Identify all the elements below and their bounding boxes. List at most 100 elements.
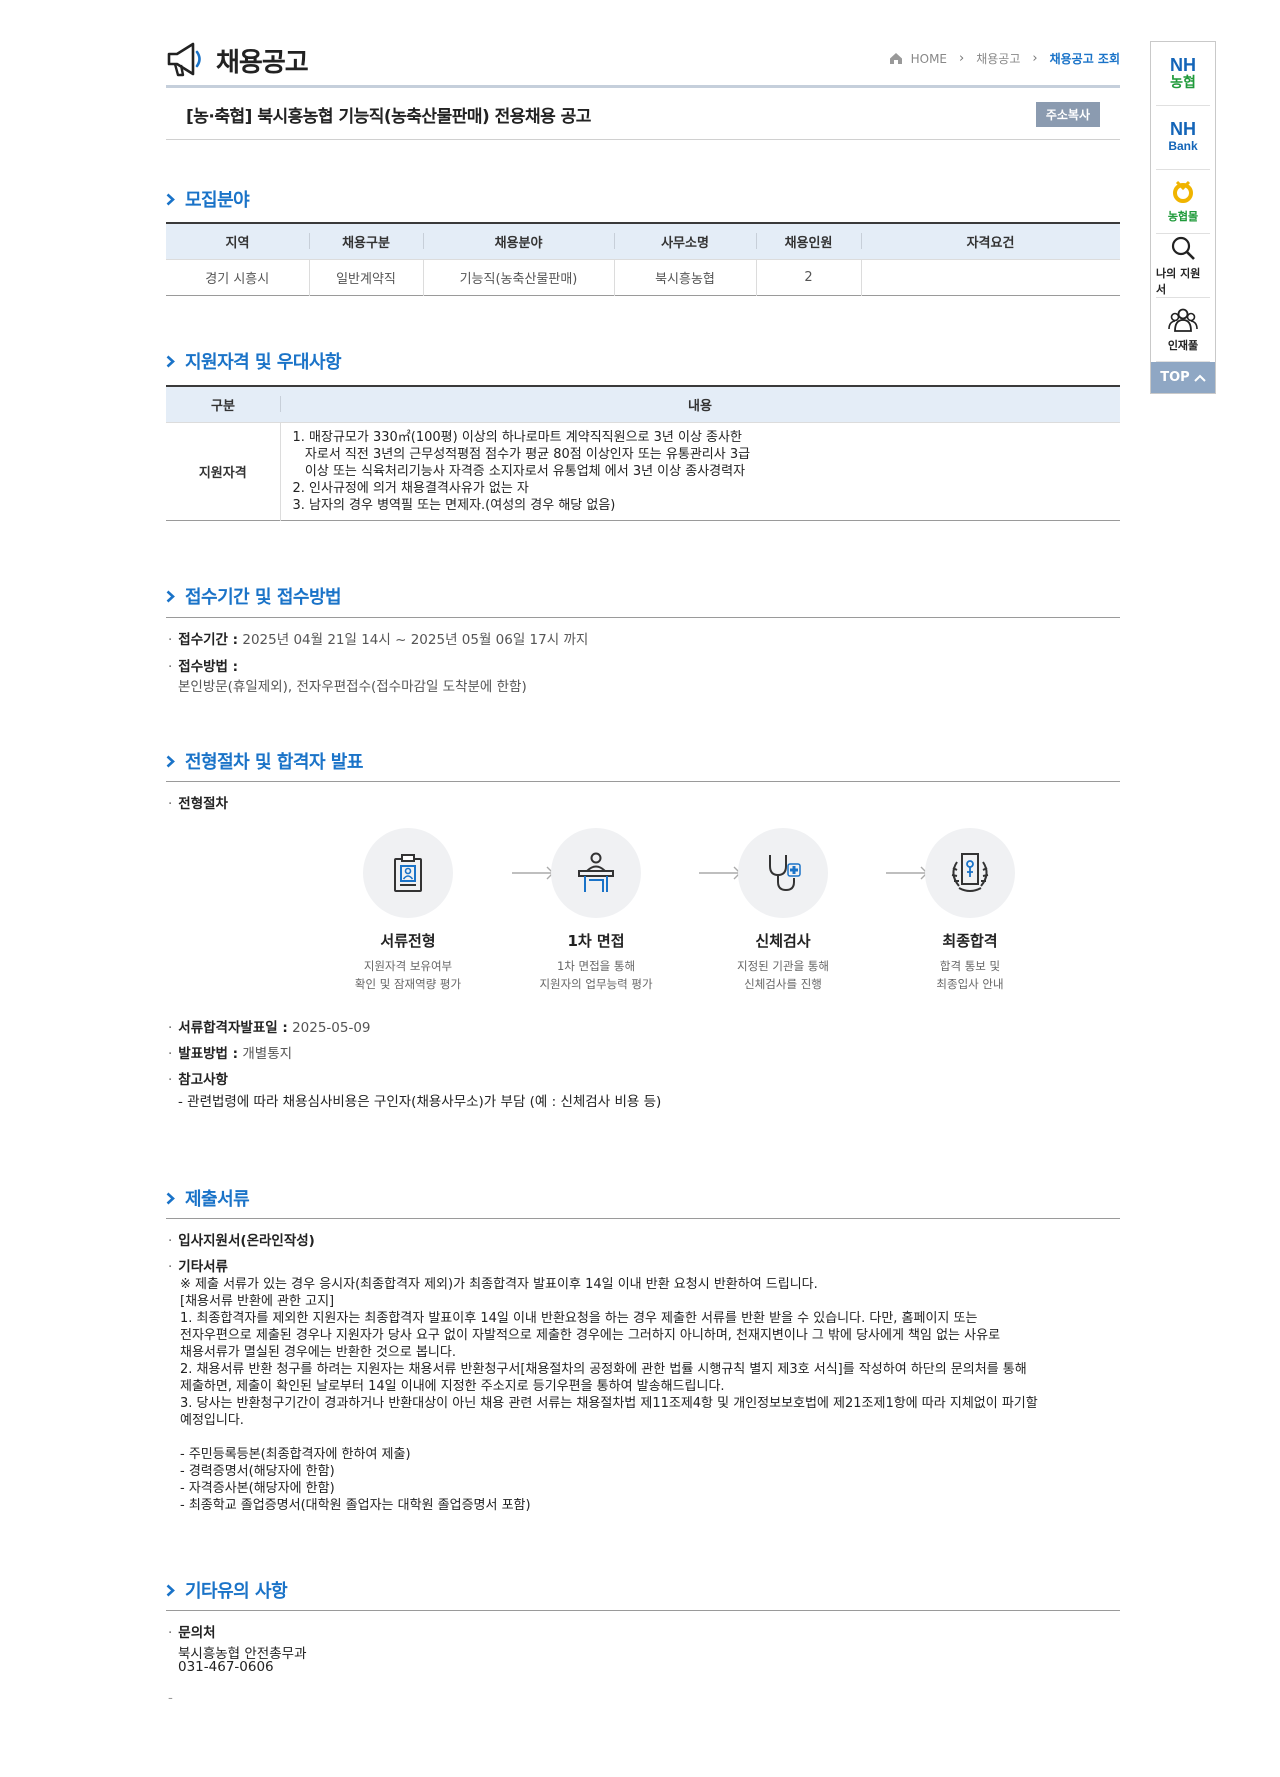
breadcrumb-recruit[interactable]: 채용공고 [976, 50, 1020, 67]
nhmall-logo-icon [1173, 180, 1193, 203]
table-row: 지원자격 1. 매장규모가 330㎡(100평) 이상의 하나로마트 계약직직원… [166, 421, 1120, 520]
qualification-line: 1. 매장규모가 330㎡(100평) 이상의 하나로마트 계약직직원으로 3년… [292, 429, 742, 445]
table-row: 경기 시흥시 일반계약직 기능직(농축산물판매) 북시흥농협 2 [166, 258, 1120, 295]
notes-label: · 참고사항 [168, 1072, 228, 1088]
step-desc: 지원자격 보유여부 확인 및 잠재역량 평가 [354, 959, 462, 991]
people-icon [1168, 308, 1198, 332]
step-final-pass: 최종합격 합격 통보 및 최종입사 안내 [885, 828, 1055, 993]
period-value: 2025년 04월 21일 14시 ~ 2025년 05월 06일 17시 까지 [242, 632, 589, 648]
col-region: 지역 [166, 222, 309, 259]
megaphone-icon [167, 42, 201, 77]
col-requirements: 자격요건 [861, 222, 1120, 259]
process-label: · 전형절차 [168, 796, 228, 812]
step-name: 1차 면접 [567, 932, 625, 950]
qualification-content: 1. 매장규모가 330㎡(100평) 이상의 하나로마트 계약직직원으로 3년… [279, 421, 1120, 520]
step-desc: 지정된 기관을 통해 신체검사를 진행 [737, 959, 829, 991]
contact-label: · 문의처 [168, 1625, 216, 1641]
cell-type: 일반계약직 [308, 258, 423, 295]
announce-date: · 서류합격자발표일 : 2025-05-09 [168, 1020, 371, 1036]
chevron-right-icon [166, 755, 175, 767]
chevron-right-icon: › [959, 51, 965, 66]
chevron-right-icon [166, 1584, 175, 1596]
stethoscope-icon [738, 828, 828, 918]
chevron-right-icon [166, 355, 175, 367]
col-office: 사무소명 [614, 222, 756, 259]
breadcrumb-home[interactable]: HOME [911, 52, 947, 66]
breadcrumb: HOME › 채용공고 › 채용공고 조회 [889, 50, 1120, 67]
documents-body: ※ 제출 서류가 있는 경우 응시자(최종합격자 제외)가 최종합격자 발표이후… [180, 1277, 1038, 1513]
search-icon [1171, 236, 1195, 260]
nh-nonghyup-logo: NH 농협 [1170, 54, 1196, 90]
contact-phone: 031-467-0606 [178, 1659, 274, 1675]
documents-item-application: · 입사지원서(온라인작성) [168, 1233, 315, 1249]
table-header-row: 지역 채용구분 채용분야 사무소명 채용인원 자격요건 [166, 222, 1120, 259]
page-title: 채용공고 [216, 48, 309, 78]
talent-pool-link[interactable]: 인재풀 [1156, 298, 1210, 362]
post-title: [농·축협] 북시흥농협 기능직(농축산물판매) 전용채용 공고 [186, 107, 591, 127]
nh-nonghyup-link[interactable]: NH 농협 [1156, 42, 1210, 106]
col-category: 구분 [166, 385, 280, 422]
chevron-right-icon [166, 590, 175, 602]
interview-icon [551, 828, 641, 918]
copy-url-button[interactable]: 주소복사 [1035, 102, 1100, 127]
step-interview: 1차 면접 1차 면접을 통해 지원자의 업무능력 평가 [511, 828, 681, 993]
laurel-certificate-icon [925, 828, 1015, 918]
home-icon [889, 53, 902, 64]
qualification-label: 지원자격 [166, 421, 280, 520]
chevron-right-icon [166, 193, 175, 205]
step-name: 최종합격 [942, 932, 998, 950]
qualification-line: 자로서 직전 3년의 근무성적평점 점수가 평균 80점 이상인자 또는 유통관… [292, 446, 751, 462]
col-type: 채용구분 [309, 222, 423, 259]
step-document-screening: 서류전형 지원자격 보유여부 확인 및 잠재역량 평가 [323, 828, 493, 993]
notes-value: - 관련법령에 따라 채용심사비용은 구인자(채용사무소)가 부담 (예 : 신… [178, 1094, 662, 1110]
method-label: 접수방법 : [178, 659, 239, 675]
divider [166, 781, 1120, 782]
cell-office: 북시흥농협 [613, 258, 756, 295]
chevron-right-icon: › [1032, 51, 1038, 66]
qualification-line: 이상 또는 식육처리기능사 자격증 소지자로서 유통업체 에서 3년 이상 종사… [292, 463, 746, 479]
step-medical-exam: 신체검사 지정된 기관을 통해 신체검사를 진행 [698, 828, 868, 993]
cell-field: 기능직(농축산물판매) [422, 258, 614, 295]
cell-headcount: 2 [755, 258, 861, 295]
section-title-qualification: 지원자격 및 우대사항 [166, 348, 342, 374]
scroll-top-button[interactable]: TOP [1151, 362, 1215, 393]
announce-method: · 발표방법 : 개별통지 [168, 1046, 293, 1062]
quick-menu: NH 농협 NH Bank 농협몰 나의 지원서 인재풀 TOP [1150, 41, 1216, 394]
post-title-bar: [농·축협] 북시흥농협 기능직(농축산물판매) 전용채용 공고 주소복사 [166, 88, 1120, 140]
document-icon [363, 828, 453, 918]
selection-steps: 서류전형 지원자격 보유여부 확인 및 잠재역량 평가 1차 면접 1차 면접을… [323, 828, 1015, 991]
table-header-row: 구분 내용 [166, 385, 1120, 422]
qualification-line: 2. 인사규정에 의거 채용결격사유가 없는 자 [292, 480, 529, 496]
page-header: 채용공고 HOME › 채용공고 › 채용공고 조회 [166, 38, 1120, 88]
section-title-selection: 전형절차 및 합격자 발표 [166, 748, 363, 774]
section-title-etc: 기타유의 사항 [166, 1577, 288, 1603]
cell-region: 경기 시흥시 [166, 258, 309, 295]
main-content: 채용공고 HOME › 채용공고 › 채용공고 조회 [농·축협] 북시흥농협 … [166, 38, 1120, 1706]
divider [166, 617, 1120, 618]
period-label: 접수기간 : [178, 632, 239, 648]
method-value: 본인방문(휴일제외), 전자우편접수(접수마감일 도착분에 한함) [178, 679, 527, 695]
application-method: · 접수방법 : [168, 659, 239, 675]
nh-bank-logo: NH Bank [1168, 118, 1198, 153]
section-title-recruit: 모집분야 [166, 186, 250, 212]
step-name: 서류전형 [380, 932, 436, 950]
step-desc: 1차 면접을 통해 지원자의 업무능력 평가 [539, 959, 653, 991]
col-content: 내용 [280, 385, 1120, 422]
col-headcount: 채용인원 [756, 222, 861, 259]
divider [166, 1610, 1120, 1611]
my-application-link[interactable]: 나의 지원서 [1156, 234, 1210, 298]
application-period: · 접수기간 : 2025년 04월 21일 14시 ~ 2025년 05월 06… [168, 632, 589, 648]
documents-item-etc: · 기타서류 [168, 1259, 228, 1275]
step-name: 신체검사 [755, 932, 811, 950]
trailing-dash: - [168, 1690, 173, 1706]
col-field: 채용분야 [423, 222, 614, 259]
qualification-line: 3. 남자의 경우 병역필 또는 면제자.(여성의 경우 해당 없음) [292, 497, 616, 513]
nhmall-link[interactable]: 농협몰 [1156, 170, 1210, 234]
nh-bank-link[interactable]: NH Bank [1156, 106, 1210, 170]
qualification-table: 구분 내용 지원자격 1. 매장규모가 330㎡(100평) 이상의 하나로마트… [166, 385, 1120, 521]
section-title-application: 접수기간 및 접수방법 [166, 583, 342, 609]
recruit-table: 지역 채용구분 채용분야 사무소명 채용인원 자격요건 경기 시흥시 일반계약직… [166, 222, 1120, 296]
breadcrumb-current[interactable]: 채용공고 조회 [1050, 50, 1120, 67]
section-title-documents: 제출서류 [166, 1185, 250, 1211]
chevron-up-icon [1194, 374, 1206, 382]
